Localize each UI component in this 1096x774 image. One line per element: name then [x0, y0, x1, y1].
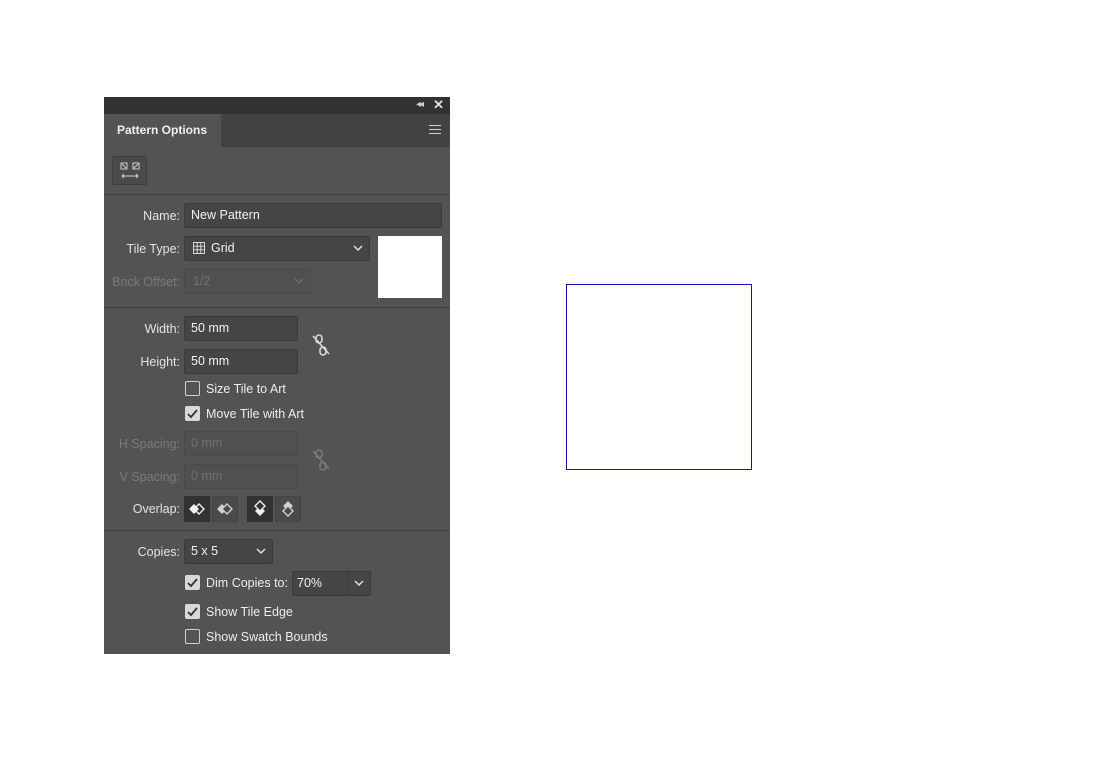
- divider: [104, 530, 450, 531]
- collapse-panel-icon[interactable]: ◂◂: [416, 99, 424, 110]
- brick-offset-value: 1/2: [193, 274, 211, 288]
- chevron-down-icon: [256, 548, 266, 555]
- divider: [104, 194, 450, 195]
- copies-dropdown[interactable]: 5 x 5: [184, 539, 273, 564]
- dim-copies-checkbox[interactable]: [185, 575, 200, 590]
- move-tile-with-art-label: Move Tile with Art: [206, 407, 304, 421]
- right-in-front-button[interactable]: [212, 496, 238, 522]
- hamburger-menu-icon[interactable]: [429, 125, 441, 135]
- dim-copies-value: 70%: [297, 576, 323, 590]
- show-tile-edge-label: Show Tile Edge: [206, 605, 293, 619]
- checkmark-icon: [187, 409, 198, 419]
- copies-label: Copies:: [137, 545, 180, 559]
- v-spacing-input: 0 mm: [184, 464, 298, 489]
- height-input[interactable]: 50 mm: [184, 349, 298, 374]
- brick-offset-dropdown: 1/2: [184, 269, 311, 294]
- broken-link-icon[interactable]: [311, 333, 331, 357]
- pattern-tile-edge[interactable]: [566, 284, 752, 470]
- bottom-in-front-button[interactable]: [275, 496, 301, 522]
- bottom-in-front-icon: [282, 501, 294, 517]
- tile-type-label: Tile Type:: [126, 242, 181, 256]
- dropdown-divider: [348, 572, 349, 595]
- grid-icon: [193, 242, 205, 254]
- width-label: Width:: [144, 322, 180, 336]
- show-tile-edge-checkbox[interactable]: [185, 604, 200, 619]
- pattern-tile-tool-button[interactable]: [112, 156, 147, 185]
- show-swatch-bounds-label: Show Swatch Bounds: [206, 630, 328, 644]
- chevron-down-icon: [353, 245, 363, 252]
- checkmark-icon: [187, 578, 198, 588]
- dim-copies-dropdown[interactable]: 70%: [292, 571, 371, 596]
- broken-link-icon: [312, 449, 330, 471]
- tile-type-value: Grid: [211, 241, 235, 255]
- pattern-tile-tool-icon: [120, 162, 140, 179]
- panel-tab-row: Pattern Options: [104, 114, 450, 147]
- overlap-label: Overlap:: [132, 502, 180, 516]
- tab-pattern-options[interactable]: Pattern Options: [104, 114, 221, 147]
- divider: [104, 307, 450, 308]
- size-tile-to-art-checkbox[interactable]: [185, 381, 200, 396]
- chevron-down-icon: [354, 580, 364, 587]
- tile-preview: [378, 236, 442, 298]
- name-input[interactable]: New Pattern: [184, 203, 442, 228]
- width-input[interactable]: 50 mm: [184, 316, 298, 341]
- height-label: Height:: [140, 355, 180, 369]
- copies-value: 5 x 5: [191, 544, 219, 558]
- tile-type-dropdown[interactable]: Grid: [184, 236, 370, 261]
- left-in-front-icon: [189, 503, 205, 515]
- panel-titlebar: ◂◂ ✕: [104, 97, 450, 114]
- name-label: Name:: [143, 209, 180, 223]
- move-tile-with-art-checkbox[interactable]: [185, 406, 200, 421]
- close-icon[interactable]: ✕: [433, 97, 444, 113]
- show-swatch-bounds-checkbox[interactable]: [185, 629, 200, 644]
- dim-copies-label: Dim Copies to:: [206, 576, 288, 590]
- h-spacing-label: H Spacing:: [118, 437, 180, 451]
- top-in-front-button[interactable]: [247, 496, 273, 522]
- left-in-front-button[interactable]: [184, 496, 210, 522]
- size-tile-to-art-label: Size Tile to Art: [206, 382, 286, 396]
- right-in-front-icon: [217, 503, 233, 515]
- top-in-front-icon: [254, 500, 266, 516]
- v-spacing-label: V Spacing:: [119, 470, 180, 484]
- brick-offset-label: Brick Offset:: [112, 275, 180, 289]
- pattern-options-panel: ◂◂ ✕ Pattern Options Name: New Pattern T…: [104, 97, 450, 654]
- h-spacing-input: 0 mm: [184, 431, 298, 456]
- checkmark-icon: [187, 607, 198, 617]
- chevron-down-icon: [294, 278, 304, 284]
